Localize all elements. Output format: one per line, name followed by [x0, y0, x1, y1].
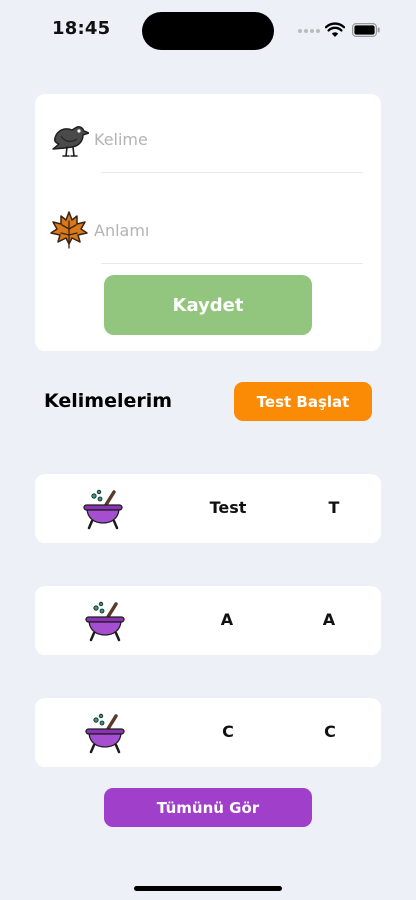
- word-input-underline: [101, 172, 363, 173]
- word-meaning: A: [322, 610, 336, 629]
- battery-icon: [352, 23, 380, 37]
- word-list-item[interactable]: C C: [35, 698, 381, 767]
- wifi-icon: [325, 22, 345, 37]
- save-button[interactable]: Kaydet: [104, 275, 312, 335]
- meaning-input-underline: [101, 263, 363, 264]
- word-list-item[interactable]: A A: [35, 586, 381, 655]
- word-text: C: [222, 722, 234, 741]
- status-time: 18:45: [52, 18, 111, 39]
- crow-icon: [52, 126, 89, 157]
- word-text: Test: [209, 498, 247, 517]
- show-all-button[interactable]: Tümünü Gör: [104, 788, 312, 827]
- cellular-signal-icon: [298, 29, 320, 33]
- word-meaning: T: [328, 498, 340, 517]
- word-text: A: [220, 610, 234, 629]
- start-test-button[interactable]: Test Başlat: [234, 382, 372, 421]
- add-word-form: Kaydet: [35, 94, 381, 351]
- word-list-item[interactable]: Test T: [35, 474, 381, 543]
- word-input[interactable]: [94, 126, 354, 152]
- meaning-input[interactable]: [94, 217, 354, 243]
- my-words-title: Kelimelerim: [44, 390, 173, 412]
- cauldron-icon: [83, 489, 123, 530]
- word-meaning: C: [324, 722, 336, 741]
- leaf-icon: [50, 211, 88, 249]
- cauldron-icon: [85, 601, 125, 642]
- status-bar: 18:45: [0, 0, 416, 60]
- dynamic-island: [142, 12, 274, 50]
- home-indicator[interactable]: [134, 886, 282, 891]
- cauldron-icon: [85, 713, 125, 754]
